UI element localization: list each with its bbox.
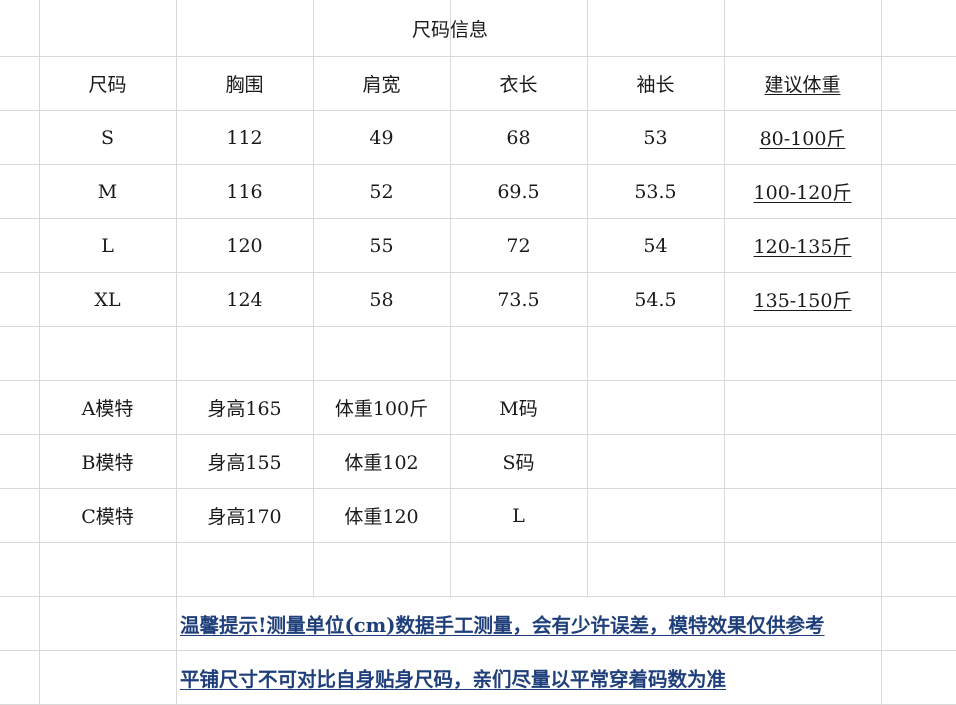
table-cell: 58 [369,288,394,311]
header-sleeve: 袖长 [636,74,675,96]
grid-col-line [881,0,882,705]
table-cell: 54 [643,234,668,257]
table-cell: 54.5 [634,288,677,311]
grid-row-line [0,542,956,543]
table-cell: 100-120斤 [753,182,852,204]
size-advice-note: 平铺尺寸不可对比自身贴身尺码，亲们尽量以平常穿着码数为准 [180,668,727,691]
table-cell: 135-150斤 [753,290,852,312]
model-size: L [512,504,525,527]
model-height: 身高170 [207,506,282,528]
table-cell: 49 [369,126,394,149]
header-shoulder: 肩宽 [362,74,401,96]
table-cell: 73.5 [497,288,540,311]
table-cell: 53 [643,126,668,149]
model-height: 身高165 [207,398,282,420]
table-cell: XL [94,288,121,311]
model-weight: 体重120 [344,506,419,528]
table-cell: 80-100斤 [759,128,846,150]
model-size: S码 [502,452,535,474]
table-cell: 72 [506,234,531,257]
model-size: M码 [499,398,538,420]
spreadsheet: 尺码信息 尺码 胸围 肩宽 衣长 袖长 建议体重 S 112 49 68 53 … [0,0,956,705]
measurement-note: 温馨提示!测量单位(cm)数据手工测量，会有少许误差，模特效果仅供参考 [180,614,825,637]
table-cell: 55 [369,234,394,257]
table-cell: 69.5 [497,180,540,203]
model-weight: 体重100斤 [334,398,429,420]
table-cell: L [101,234,114,257]
grid-row-line [0,326,956,327]
model-name: B模特 [81,452,134,474]
table-cell: 53.5 [634,180,677,203]
header-length: 衣长 [499,74,538,96]
table-cell: 68 [506,126,531,149]
header-weight: 建议体重 [764,74,841,96]
table-cell: M [97,180,118,203]
table-cell: 52 [369,180,394,203]
header-chest: 胸围 [225,74,264,96]
table-cell: 124 [226,288,263,311]
model-height: 身高155 [207,452,282,474]
table-cell: 112 [226,126,263,149]
table-cell: 116 [226,180,263,203]
model-name: A模特 [81,398,134,420]
header-size: 尺码 [88,74,127,96]
sheet-title: 尺码信息 [411,18,488,41]
model-weight: 体重102 [344,452,419,474]
table-cell: 120-135斤 [753,236,852,258]
table-cell: 120 [226,234,263,257]
table-cell: S [100,126,115,149]
model-name: C模特 [81,506,134,528]
